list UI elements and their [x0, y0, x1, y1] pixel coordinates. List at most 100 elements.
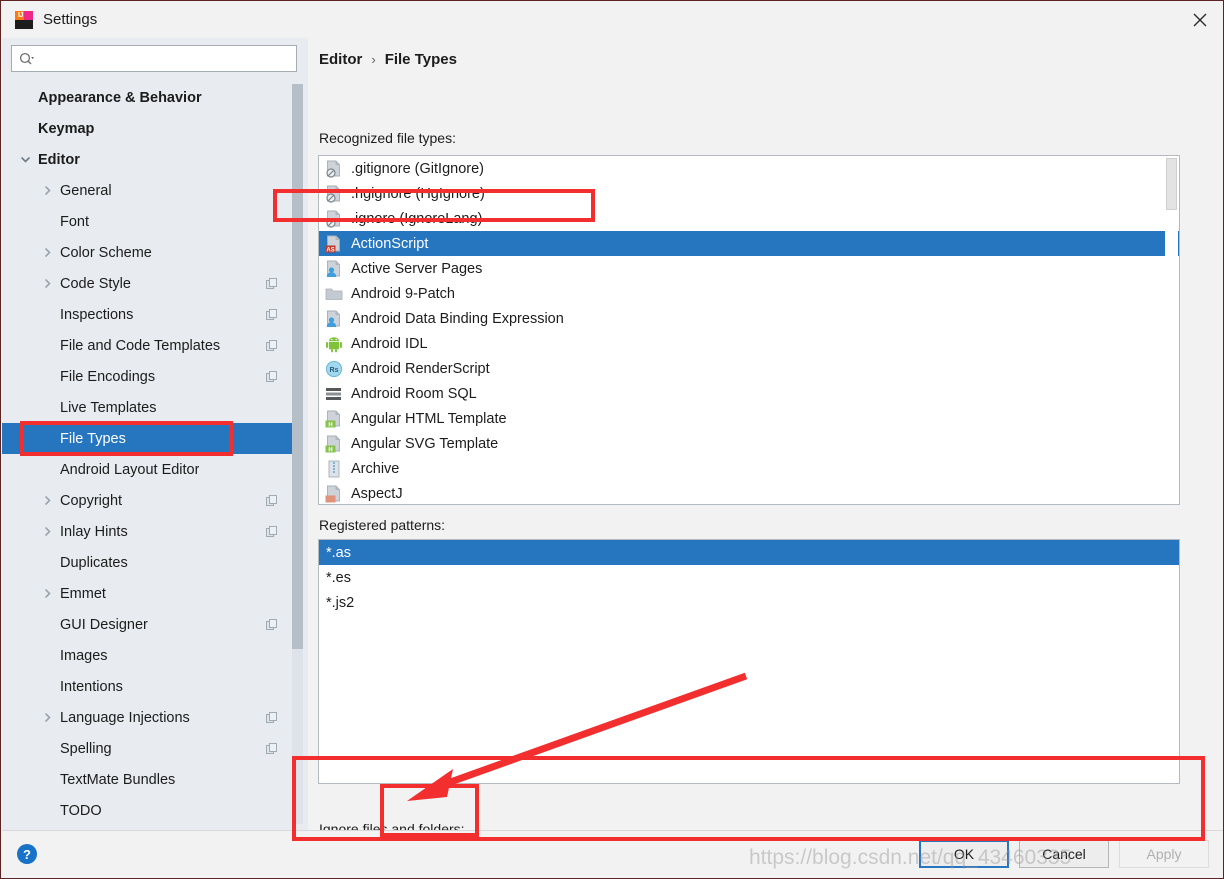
sidebar-item-file-and-code-templates[interactable]: File and Code Templates [2, 330, 292, 361]
settings-dialog: IJ Settings Appearance & Behavior Keymap E… [0, 0, 1224, 879]
sidebar-item-label: Font [60, 213, 90, 230]
file-type-label: Android 9-Patch [351, 285, 455, 302]
recognized-file-types-list[interactable]: .gitignore (GitIgnore) .hgignore (HgIgnor… [318, 155, 1180, 505]
search-box[interactable] [11, 45, 297, 72]
file-type-label: Active Server Pages [351, 260, 483, 277]
sidebar-item-font[interactable]: Font [2, 206, 292, 237]
sidebar-item-label: Images [60, 647, 108, 664]
registered-patterns-list[interactable]: *.as *.es *.js2 [318, 539, 1180, 784]
sidebar-item-label: Editor [38, 151, 80, 168]
sidebar-scrollbar-thumb[interactable] [292, 84, 303, 649]
sidebar-item-color-scheme[interactable]: Color Scheme [2, 237, 292, 268]
file-type-row[interactable]: Rs Android RenderScript [319, 356, 1179, 381]
sidebar-item-inspections[interactable]: Inspections [2, 299, 292, 330]
search-input[interactable] [39, 50, 296, 67]
file-type-row[interactable]: AS ActionScript [319, 231, 1179, 256]
sidebar-item-label: Live Templates [60, 399, 157, 416]
file-type-label: AspectJ [351, 485, 403, 502]
file-type-row[interactable]: Android IDL [319, 331, 1179, 356]
chevron-right-icon[interactable] [40, 711, 54, 725]
sidebar-item-appearance-behavior[interactable]: Appearance & Behavior [2, 82, 292, 113]
file-type-row[interactable]: Android 9-Patch [319, 281, 1179, 306]
copy-settings-icon [266, 339, 278, 352]
breadcrumb-root[interactable]: Editor [319, 51, 362, 68]
file-type-row[interactable]: AspectJ [319, 481, 1179, 504]
sidebar-item-label: Duplicates [60, 554, 128, 571]
file-type-row[interactable]: .hgignore (HgIgnore) [319, 181, 1179, 206]
sidebar-item-textmate-bundles[interactable]: TextMate Bundles [2, 764, 292, 795]
sidebar-item-label: GUI Designer [60, 616, 148, 633]
dialog-footer: ? OK Cancel Apply [2, 830, 1223, 877]
chevron-down-icon[interactable] [18, 153, 32, 167]
sidebar-item-label: Spelling [60, 740, 112, 757]
actionscript-icon: AS [325, 235, 343, 253]
title-bar: IJ Settings [1, 1, 1223, 38]
apply-button[interactable]: Apply [1119, 840, 1209, 868]
file-type-label: Archive [351, 460, 400, 477]
sidebar-item-keymap[interactable]: Keymap [2, 113, 292, 144]
sidebar-item-file-encodings[interactable]: File Encodings [2, 361, 292, 392]
file-type-row[interactable]: Active Server Pages [319, 256, 1179, 281]
chevron-right-icon[interactable] [40, 494, 54, 508]
file-type-row[interactable]: H Angular HTML Template [319, 406, 1179, 431]
file-type-row[interactable]: Archive [319, 456, 1179, 481]
file-type-label: Android IDL [351, 335, 428, 352]
sidebar-item-label: Appearance & Behavior [38, 89, 202, 106]
pattern-label: *.as [326, 544, 351, 561]
sidebar-item-label: Emmet [60, 585, 106, 602]
copy-settings-icon [266, 711, 278, 724]
file-type-row[interactable]: H Angular SVG Template [319, 431, 1179, 456]
settings-tree[interactable]: Appearance & Behavior Keymap Editor General… [2, 82, 292, 831]
cancel-button[interactable]: Cancel [1019, 840, 1109, 868]
sidebar-item-images[interactable]: Images [2, 640, 292, 671]
sidebar-item-spelling[interactable]: Spelling [2, 733, 292, 764]
chevron-right-icon[interactable] [40, 246, 54, 260]
chevron-right-icon[interactable] [40, 277, 54, 291]
sidebar-item-editor[interactable]: Editor [2, 144, 292, 175]
sidebar-item-android-layout-editor[interactable]: Android Layout Editor [2, 454, 292, 485]
sidebar-item-label: TextMate Bundles [60, 771, 176, 788]
file-type-label: Android Data Binding Expression [351, 310, 564, 327]
copy-settings-icon [266, 308, 278, 321]
sidebar-item-language-injections[interactable]: Language Injections [2, 702, 292, 733]
sidebar-item-inlay-hints[interactable]: Inlay Hints [2, 516, 292, 547]
sidebar-item-general[interactable]: General [2, 175, 292, 206]
sidebar-item-label: Copyright [60, 492, 123, 509]
copy-settings-icon [266, 742, 278, 755]
chevron-right-icon[interactable] [40, 525, 54, 539]
logo-text: IJ [18, 11, 23, 19]
pattern-row[interactable]: *.as [319, 540, 1179, 565]
sidebar-item-intentions[interactable]: Intentions [2, 671, 292, 702]
sidebar-item-label: Inspections [60, 306, 134, 323]
pattern-label: *.es [326, 569, 351, 586]
renderscript-icon: Rs [325, 360, 343, 378]
sidebar-item-emmet[interactable]: Emmet [2, 578, 292, 609]
sidebar-item-label: File and Code Templates [60, 337, 221, 354]
file-type-row[interactable]: .ignore (IgnoreLang) [319, 206, 1179, 231]
chevron-right-icon[interactable] [40, 184, 54, 198]
file-type-label: Android Room SQL [351, 385, 477, 402]
copy-settings-icon [266, 494, 278, 507]
sidebar-item-file-types[interactable]: File Types [2, 423, 292, 454]
file-type-row[interactable]: .gitignore (GitIgnore) [319, 156, 1179, 181]
file-type-label: .gitignore (GitIgnore) [351, 160, 484, 177]
sidebar-item-live-templates[interactable]: Live Templates [2, 392, 292, 423]
sidebar-item-code-style[interactable]: Code Style [2, 268, 292, 299]
help-icon[interactable]: ? [15, 842, 39, 866]
pattern-row[interactable]: *.es [319, 565, 1179, 590]
file-ignore-icon [325, 210, 343, 228]
pattern-row[interactable]: *.js2 [319, 590, 1179, 615]
close-icon[interactable] [1177, 1, 1223, 38]
file-type-row[interactable]: Android Data Binding Expression [319, 306, 1179, 331]
sidebar-item-copyright[interactable]: Copyright [2, 485, 292, 516]
ok-button[interactable]: OK [919, 840, 1009, 868]
aspectj-icon [325, 485, 343, 503]
search-icon [19, 52, 35, 66]
sidebar-item-duplicates[interactable]: Duplicates [2, 547, 292, 578]
android-icon [325, 335, 343, 353]
file-types-scrollbar-thumb[interactable] [1166, 158, 1177, 210]
sidebar-item-todo[interactable]: TODO [2, 795, 292, 826]
file-type-row[interactable]: Android Room SQL [319, 381, 1179, 406]
chevron-right-icon[interactable] [40, 587, 54, 601]
sidebar-item-gui-designer[interactable]: GUI Designer [2, 609, 292, 640]
